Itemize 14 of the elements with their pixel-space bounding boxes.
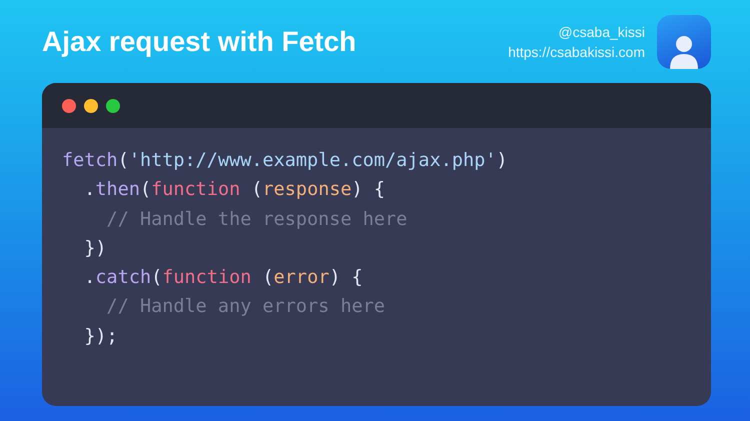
slide-title: Ajax request with Fetch [42,26,356,58]
code-line: // Handle the response here [106,208,408,232]
avatar-icon [657,15,711,69]
code-line: fetch('http://www.example.com/ajax.php') [62,149,509,173]
close-dot-icon [62,98,76,112]
minimize-dot-icon [84,98,98,112]
code-line: .catch(function (error) { [83,266,364,290]
code-line: // Handle any errors here [106,295,386,320]
author-handle: @csaba_kissi [558,24,645,40]
code-line: .then(function (response) { [83,178,386,202]
author-url: https://csabakissi.com [508,44,645,60]
maximize-dot-icon [106,98,120,112]
code-line: }) [83,236,108,261]
code-line: }); [83,324,119,349]
